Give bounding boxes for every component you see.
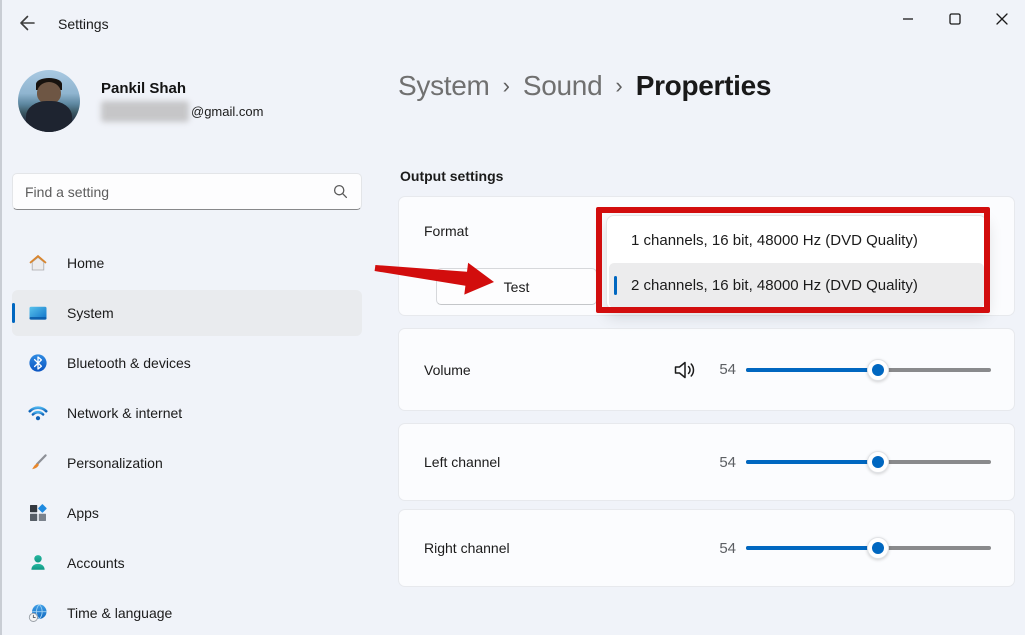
sidebar-item-label: Network & internet <box>67 405 182 421</box>
sidebar: Pankil Shah @gmail.com Home <box>4 48 376 635</box>
display-icon <box>28 303 48 323</box>
window-controls <box>884 0 1025 40</box>
home-icon <box>28 253 48 273</box>
format-label: Format <box>424 223 468 239</box>
sidebar-item-label: Home <box>67 255 104 271</box>
left-channel-value: 54 <box>712 454 736 471</box>
close-button[interactable] <box>978 0 1025 40</box>
right-channel-slider-thumb[interactable] <box>867 537 889 559</box>
format-option-label: 1 channels, 16 bit, 48000 Hz (DVD Qualit… <box>631 232 918 249</box>
breadcrumb: System › Sound › Properties <box>398 70 771 102</box>
settings-window: Settings Pankil Shah @gmail.com <box>0 0 1025 635</box>
right-channel-label: Right channel <box>424 540 712 556</box>
search-icon <box>332 183 349 200</box>
format-option-1-channel[interactable]: 1 channels, 16 bit, 48000 Hz (DVD Qualit… <box>609 218 984 263</box>
left-channel-slider[interactable] <box>746 460 991 464</box>
format-option-2-channel[interactable]: 2 channels, 16 bit, 48000 Hz (DVD Qualit… <box>609 263 984 308</box>
test-button[interactable]: Test <box>436 268 597 305</box>
selected-option-indicator <box>614 276 617 295</box>
selected-indicator <box>12 303 15 323</box>
sidebar-item-apps[interactable]: Apps <box>12 490 362 536</box>
profile-name: Pankil Shah <box>101 80 263 97</box>
volume-slider-thumb[interactable] <box>867 359 889 381</box>
sidebar-item-label: Apps <box>67 505 99 521</box>
search-input[interactable] <box>13 184 332 200</box>
sidebar-item-personalization[interactable]: Personalization <box>12 440 362 486</box>
sidebar-item-home[interactable]: Home <box>12 240 362 286</box>
minimize-icon <box>898 9 918 32</box>
left-channel-slider-thumb[interactable] <box>867 451 889 473</box>
volume-value: 54 <box>712 361 736 378</box>
main-content: System › Sound › Properties Output setti… <box>398 48 1013 635</box>
format-option-label: 2 channels, 16 bit, 48000 Hz (DVD Qualit… <box>631 277 918 294</box>
left-channel-card: Left channel 54 <box>398 423 1015 501</box>
volume-label: Volume <box>424 362 672 378</box>
sidebar-item-label: Bluetooth & devices <box>67 355 191 371</box>
maximize-button[interactable] <box>931 0 978 40</box>
sidebar-item-accounts[interactable]: Accounts <box>12 540 362 586</box>
volume-slider[interactable] <box>746 368 991 372</box>
right-channel-value: 54 <box>712 540 736 557</box>
wifi-icon <box>28 403 48 423</box>
nav-list: Home System Bluetooth & devices <box>12 240 362 635</box>
section-title: Output settings <box>400 168 503 184</box>
app-title: Settings <box>58 16 109 32</box>
breadcrumb-properties: Properties <box>636 70 772 102</box>
breadcrumb-sound[interactable]: Sound <box>523 70 602 102</box>
sidebar-item-system[interactable]: System <box>12 290 362 336</box>
breadcrumb-chevron-icon: › <box>490 73 523 99</box>
volume-card: Volume 54 <box>398 328 1015 411</box>
email-redacted-blur <box>101 101 189 122</box>
breadcrumb-system[interactable]: System <box>398 70 490 102</box>
minimize-button[interactable] <box>884 0 931 40</box>
sidebar-item-label: System <box>67 305 114 321</box>
apps-icon <box>28 503 48 523</box>
back-button[interactable] <box>10 8 44 40</box>
right-channel-card: Right channel 54 <box>398 509 1015 587</box>
search-box[interactable] <box>12 173 362 210</box>
profile-email: @gmail.com <box>101 101 263 122</box>
sidebar-item-label: Accounts <box>67 555 125 571</box>
titlebar: Settings <box>2 0 1025 48</box>
slider-fill <box>746 546 878 550</box>
bluetooth-icon <box>28 353 48 373</box>
maximize-icon <box>945 9 965 32</box>
slider-fill <box>746 368 878 372</box>
sidebar-item-network-internet[interactable]: Network & internet <box>12 390 362 436</box>
clock-globe-icon <box>28 603 48 623</box>
speaker-icon[interactable] <box>672 357 698 383</box>
sidebar-item-bluetooth-devices[interactable]: Bluetooth & devices <box>12 340 362 386</box>
breadcrumb-chevron-icon: › <box>602 73 635 99</box>
back-arrow-icon <box>17 13 37 36</box>
person-icon <box>28 553 48 573</box>
sidebar-item-label: Time & language <box>67 605 172 621</box>
user-profile[interactable]: Pankil Shah @gmail.com <box>18 70 263 132</box>
paintbrush-icon <box>28 453 48 473</box>
sidebar-item-label: Personalization <box>67 455 163 471</box>
format-dropdown-menu: 1 channels, 16 bit, 48000 Hz (DVD Qualit… <box>606 215 987 310</box>
close-icon <box>992 9 1012 32</box>
left-channel-label: Left channel <box>424 454 712 470</box>
right-channel-slider[interactable] <box>746 546 991 550</box>
slider-fill <box>746 460 878 464</box>
sidebar-item-time-language[interactable]: Time & language <box>12 590 362 635</box>
email-suffix: @gmail.com <box>191 104 263 119</box>
avatar <box>18 70 80 132</box>
